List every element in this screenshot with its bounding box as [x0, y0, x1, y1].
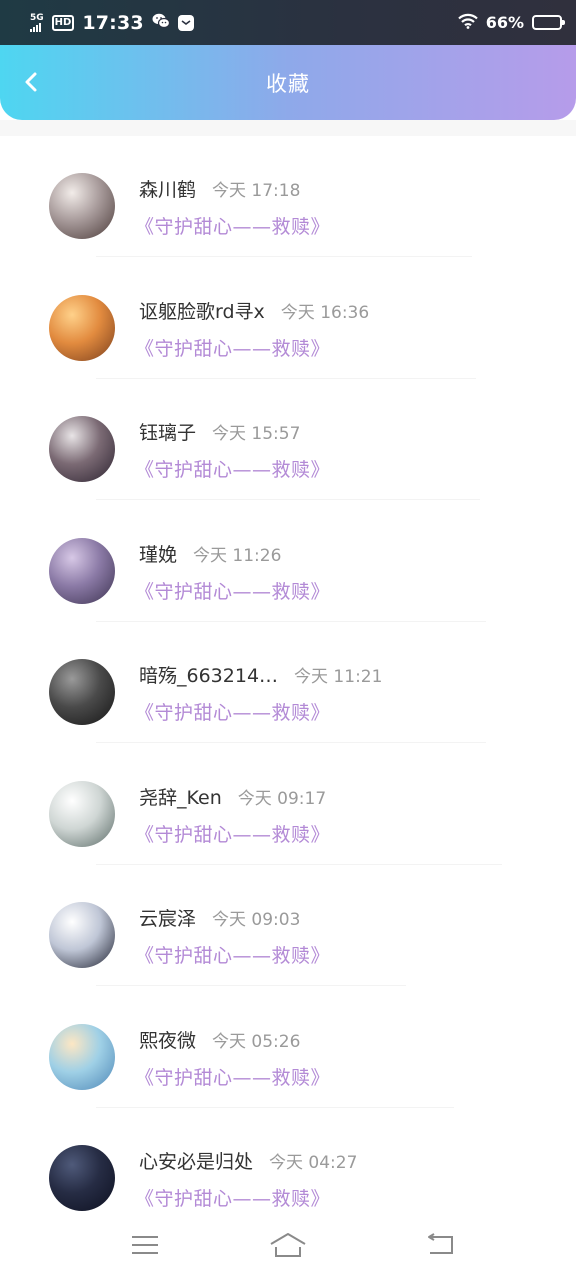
back-icon	[428, 1233, 453, 1254]
status-time: 17:33	[82, 11, 144, 34]
favorites-list[interactable]: 森川鹤 今天 17:18 《守护甜心——救赎》 讴躯脸歌rd寻x 今天 16:36 《守护…	[0, 136, 576, 1230]
status-right: 66%	[457, 13, 565, 33]
user-name[interactable]: 森川鹤	[139, 175, 196, 202]
page-title: 收藏	[266, 71, 310, 96]
avatar[interactable]	[49, 294, 115, 361]
avatar[interactable]	[49, 537, 115, 604]
screen: 5G HD 17:33 66% 收藏 森川鹤 今天 17:18 《守护甜心——救…	[0, 0, 576, 1280]
user-name[interactable]: 钰璃子	[139, 418, 196, 445]
user-name[interactable]: 暗殇_663214…	[139, 661, 278, 688]
book-title-link[interactable]: 《守护甜心——救赎》	[135, 698, 330, 725]
avatar[interactable]	[49, 1023, 115, 1090]
book-title-link[interactable]: 《守护甜心——救赎》	[135, 212, 330, 239]
network-label: 5G	[30, 12, 44, 23]
book-title-link[interactable]: 《守护甜心——救赎》	[135, 334, 330, 361]
book-title-link[interactable]: 《守护甜心——救赎》	[135, 1184, 330, 1211]
timestamp: 今天 16:36	[280, 302, 370, 323]
timestamp: 今天 17:18	[212, 181, 301, 201]
item-header: 瑾娩 今天 11:26	[139, 540, 281, 567]
book-title-link[interactable]: 《守护甜心——救赎》	[135, 820, 330, 847]
list-item[interactable]: 尧辞_Ken 今天 09:17 《守护甜心——救赎》	[0, 744, 576, 866]
user-name[interactable]: 熙夜微	[139, 1026, 196, 1053]
book-title-link[interactable]: 《守护甜心——救赎》	[135, 941, 330, 968]
user-name[interactable]: 云宸泽	[139, 904, 196, 931]
avatar[interactable]	[49, 173, 115, 239]
hd-icon: HD	[51, 14, 75, 31]
status-left: 5G HD 17:33	[30, 12, 194, 34]
item-header: 尧辞_Ken 今天 09:17	[139, 783, 326, 810]
battery-icon	[532, 15, 565, 30]
timestamp: 今天 11:26	[193, 545, 282, 566]
status-bar: 5G HD 17:33 66%	[0, 0, 576, 45]
home-icon	[270, 1233, 306, 1257]
header: 收藏	[0, 45, 576, 120]
header-shadow-band	[0, 120, 576, 136]
book-title-link[interactable]: 《守护甜心——救赎》	[135, 1063, 330, 1090]
item-header: 云宸泽 今天 09:03	[139, 904, 300, 931]
item-header: 森川鹤 今天 17:18	[139, 175, 300, 202]
back-button[interactable]	[14, 65, 48, 99]
item-header: 心安必是归处 今天 04:27	[139, 1147, 357, 1174]
home-button[interactable]	[268, 1228, 308, 1262]
wechat-icon	[152, 13, 170, 33]
timestamp: 今天 15:57	[212, 424, 301, 444]
item-header: 暗殇_663214… 今天 11:21	[139, 661, 382, 688]
list-item[interactable]: 熙夜微 今天 05:26 《守护甜心——救赎》	[0, 987, 576, 1109]
timestamp: 今天 05:26	[212, 1031, 301, 1052]
nav-back-button[interactable]	[420, 1228, 460, 1262]
avatar[interactable]	[49, 780, 115, 847]
timestamp: 今天 09:03	[212, 910, 301, 930]
item-header: 讴躯脸歌rd寻x 今天 16:36	[139, 297, 369, 324]
item-header: 熙夜微 今天 05:26	[139, 1026, 300, 1053]
avatar[interactable]	[49, 1145, 115, 1211]
item-header: 钰璃子 今天 15:57	[139, 418, 300, 445]
list-item[interactable]: 暗殇_663214… 今天 11:21 《守护甜心——救赎》	[0, 622, 576, 744]
menu-icon	[132, 1236, 158, 1254]
wifi-icon	[457, 13, 478, 33]
list-item[interactable]: 云宸泽 今天 09:03 《守护甜心——救赎》	[0, 865, 576, 987]
avatar[interactable]	[49, 416, 115, 482]
system-nav-bar	[0, 1212, 576, 1280]
list-item[interactable]: 森川鹤 今天 17:18 《守护甜心——救赎》	[0, 136, 576, 258]
menu-button[interactable]	[125, 1228, 165, 1262]
book-title-link[interactable]: 《守护甜心——救赎》	[135, 455, 330, 482]
battery-percent: 66%	[485, 13, 524, 32]
list-item[interactable]: 瑾娩 今天 11:26 《守护甜心——救赎》	[0, 501, 576, 623]
timestamp: 今天 11:21	[294, 667, 383, 687]
list-item[interactable]: 钰璃子 今天 15:57 《守护甜心——救赎》	[0, 379, 576, 501]
user-name[interactable]: 心安必是归处	[139, 1147, 253, 1174]
list-item[interactable]: 讴躯脸歌rd寻x 今天 16:36 《守护甜心——救赎》	[0, 258, 576, 380]
user-name[interactable]: 瑾娩	[139, 540, 177, 567]
notification-icon	[177, 14, 194, 31]
timestamp: 今天 04:27	[269, 1153, 358, 1173]
timestamp: 今天 09:17	[237, 788, 327, 809]
signal-icon: 5G	[30, 12, 44, 32]
avatar[interactable]	[49, 659, 115, 725]
user-name[interactable]: 讴躯脸歌rd寻x	[139, 297, 265, 324]
book-title-link[interactable]: 《守护甜心——救赎》	[135, 577, 330, 604]
chevron-left-icon	[25, 72, 37, 92]
user-name[interactable]: 尧辞_Ken	[139, 783, 222, 810]
avatar[interactable]	[49, 902, 115, 968]
